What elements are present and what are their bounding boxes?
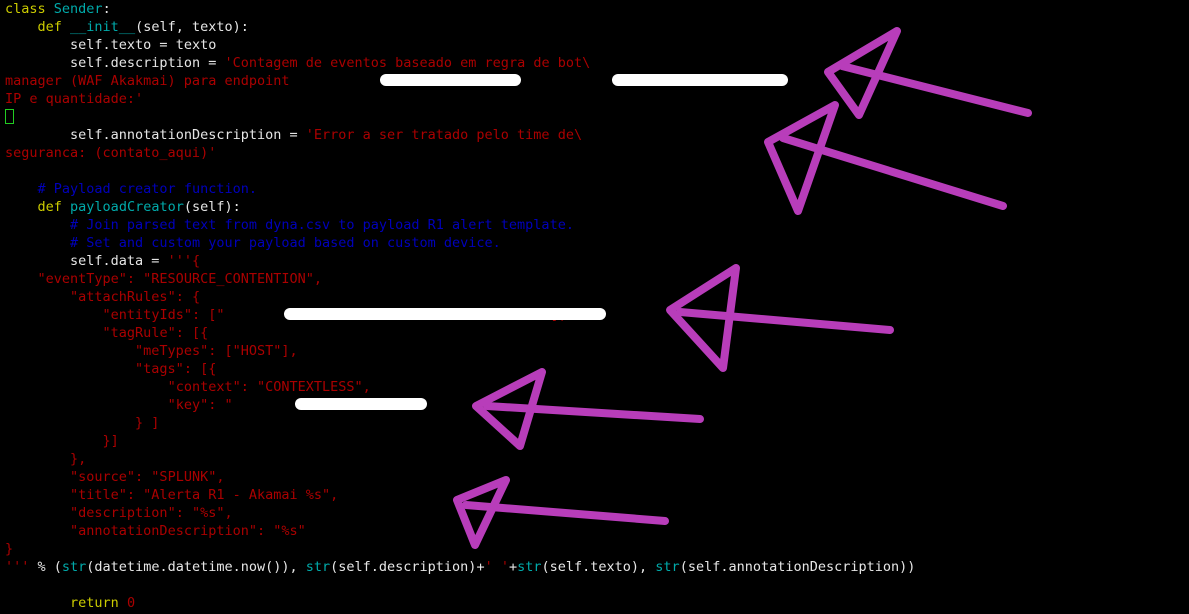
arrow-pointer-annotation-icon [824, 27, 1032, 119]
annotation-layer [453, 27, 1032, 549]
arrow-pointer-annotation-icon [472, 368, 704, 450]
arrow-pointer-annotation-icon [764, 101, 1007, 215]
arrow-pointer-annotation-icon [666, 264, 894, 372]
terminal-window[interactable]: class Sender: def __init__(self, texto):… [0, 0, 1189, 614]
arrow-pointer-annotation-icon [453, 476, 669, 549]
